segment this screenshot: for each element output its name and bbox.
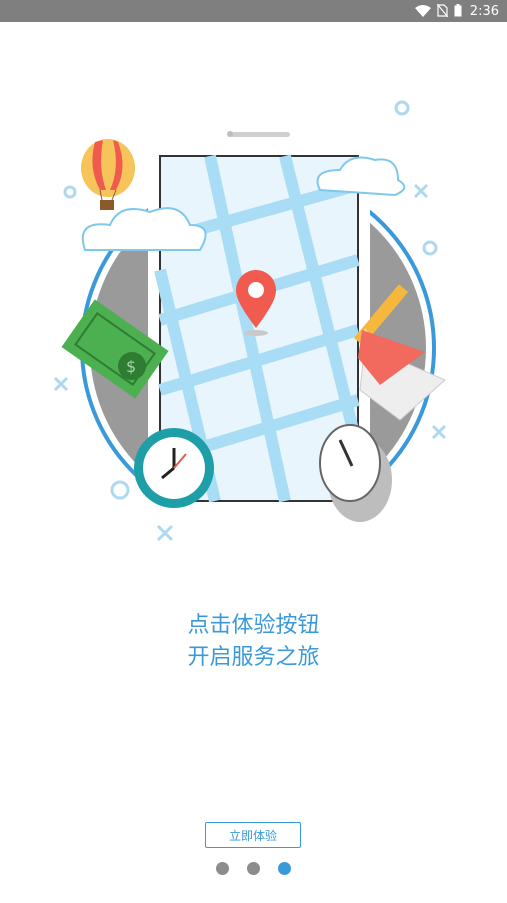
- caption-line-2: 开启服务之旅: [187, 645, 320, 670]
- page-indicator: [0, 862, 507, 876]
- status-bar: 2:36: [0, 0, 507, 22]
- caption-line-1: 点击体验按钮: [187, 613, 320, 638]
- svg-text:$: $: [126, 357, 136, 376]
- battery-icon: [454, 2, 462, 21]
- no-sim-icon: [436, 2, 449, 21]
- status-icons: 2:36: [414, 0, 499, 22]
- start-experience-button[interactable]: 立即体验: [205, 822, 301, 848]
- status-time: 2:36: [469, 3, 499, 19]
- hot-air-balloon-icon: [81, 139, 135, 210]
- page-dot-3-active[interactable]: [278, 862, 291, 875]
- onboarding-illustration: $: [40, 90, 470, 570]
- page-dot-2[interactable]: [247, 862, 260, 875]
- wifi-icon: [414, 2, 431, 21]
- page-dot-1[interactable]: [216, 862, 229, 875]
- clock-icon: [134, 428, 214, 508]
- onboarding-caption: 点击体验按钮 开启服务之旅: [0, 610, 507, 674]
